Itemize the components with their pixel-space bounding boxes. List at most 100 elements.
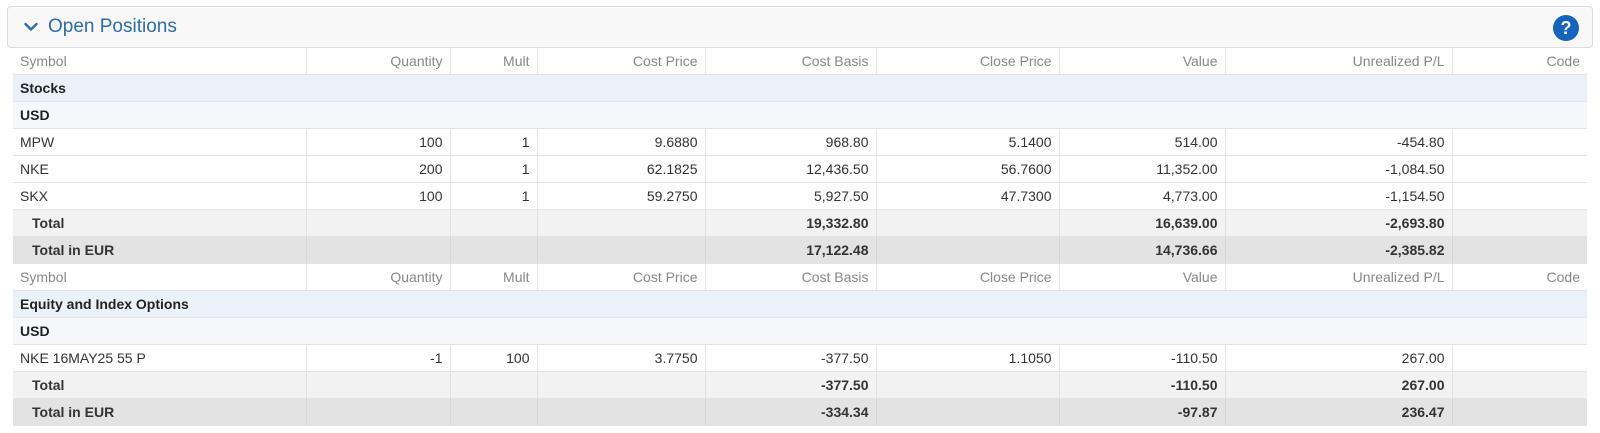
currency-label: USD (13, 317, 1587, 345)
question-icon: ? (1560, 17, 1572, 38)
col-symbol[interactable]: Symbol (13, 48, 307, 75)
col-cost-basis[interactable]: Cost Basis (705, 263, 877, 291)
col-mult[interactable]: Mult (450, 48, 538, 75)
value-cell: 11,352.00 (1059, 155, 1226, 183)
cost-price-cell: 9.6880 (537, 128, 706, 156)
empty-cell (450, 209, 538, 237)
total-eur-label: Total in EUR (13, 236, 307, 264)
cost-basis-cell: 12,436.50 (705, 155, 877, 183)
total-value: 16,639.00 (1059, 209, 1226, 237)
column-header-row: Symbol Quantity Mult Cost Price Cost Bas… (13, 263, 1587, 291)
quantity-cell: 200 (306, 155, 451, 183)
col-code[interactable]: Code (1452, 263, 1587, 291)
unrealized-cell: -454.80 (1225, 128, 1453, 156)
cost-price-cell: 59.2750 (537, 182, 706, 210)
empty-cell (1452, 371, 1587, 399)
positions-table: Symbol Quantity Mult Cost Price Cost Bas… (13, 48, 1587, 426)
total-eur-row: Total in EUR 17,122.48 14,736.66 -2,385.… (13, 236, 1587, 264)
cost-price-cell: 62.1825 (537, 155, 706, 183)
total-eur-cost-basis: 17,122.48 (705, 236, 877, 264)
total-value: -110.50 (1059, 371, 1226, 399)
table-row[interactable]: SKX 100 1 59.2750 5,927.50 47.7300 4,773… (13, 182, 1587, 210)
empty-cell (537, 371, 706, 399)
column-header-row: Symbol Quantity Mult Cost Price Cost Bas… (13, 48, 1587, 75)
value-cell: -110.50 (1059, 344, 1226, 372)
code-cell (1452, 344, 1587, 372)
total-cost-basis: -377.50 (705, 371, 877, 399)
col-close-price[interactable]: Close Price (876, 48, 1060, 75)
panel-header: Open Positions ? (7, 6, 1593, 48)
col-mult[interactable]: Mult (450, 263, 538, 291)
col-code[interactable]: Code (1452, 48, 1587, 75)
col-cost-price[interactable]: Cost Price (537, 263, 706, 291)
help-button[interactable]: ? (1553, 15, 1579, 41)
col-value[interactable]: Value (1059, 48, 1226, 75)
chevron-down-icon[interactable] (22, 18, 40, 36)
quantity-cell: 100 (306, 182, 451, 210)
total-unrealized: -2,693.80 (1225, 209, 1453, 237)
table-row[interactable]: NKE 16MAY25 55 P -1 100 3.7750 -377.50 1… (13, 344, 1587, 372)
close-price-cell: 5.1400 (876, 128, 1060, 156)
symbol-cell[interactable]: MPW (13, 128, 307, 156)
col-quantity[interactable]: Quantity (306, 263, 451, 291)
total-label: Total (13, 371, 307, 399)
empty-cell (1452, 209, 1587, 237)
currency-row: USD (13, 317, 1587, 345)
total-eur-row: Total in EUR -334.34 -97.87 236.47 (13, 398, 1587, 426)
group-label: Equity and Index Options (13, 290, 1587, 318)
empty-cell (1452, 236, 1587, 264)
empty-cell (876, 371, 1060, 399)
col-close-price[interactable]: Close Price (876, 263, 1060, 291)
group-row-stocks: Stocks (13, 74, 1587, 102)
empty-cell (537, 209, 706, 237)
col-cost-basis[interactable]: Cost Basis (705, 48, 877, 75)
table-row[interactable]: MPW 100 1 9.6880 968.80 5.1400 514.00 -4… (13, 128, 1587, 156)
total-row: Total -377.50 -110.50 267.00 (13, 371, 1587, 399)
total-label: Total (13, 209, 307, 237)
total-eur-unrealized: -2,385.82 (1225, 236, 1453, 264)
group-label: Stocks (13, 74, 1587, 102)
total-eur-cost-basis: -334.34 (705, 398, 877, 426)
empty-cell (306, 236, 451, 264)
empty-cell (306, 371, 451, 399)
code-cell (1452, 182, 1587, 210)
unrealized-cell: -1,084.50 (1225, 155, 1453, 183)
empty-cell (306, 398, 451, 426)
empty-cell (537, 398, 706, 426)
quantity-cell: 100 (306, 128, 451, 156)
col-cost-price[interactable]: Cost Price (537, 48, 706, 75)
mult-cell: 1 (450, 182, 538, 210)
col-unrealized-pl[interactable]: Unrealized P/L (1225, 48, 1453, 75)
cost-price-cell: 3.7750 (537, 344, 706, 372)
symbol-cell[interactable]: NKE 16MAY25 55 P (13, 344, 307, 372)
group-row-options: Equity and Index Options (13, 290, 1587, 318)
empty-cell (306, 209, 451, 237)
col-value[interactable]: Value (1059, 263, 1226, 291)
panel-title[interactable]: Open Positions (48, 16, 177, 38)
mult-cell: 100 (450, 344, 538, 372)
col-unrealized-pl[interactable]: Unrealized P/L (1225, 263, 1453, 291)
empty-cell (1452, 398, 1587, 426)
total-eur-value: 14,736.66 (1059, 236, 1226, 264)
unrealized-cell: 267.00 (1225, 344, 1453, 372)
total-row: Total 19,332.80 16,639.00 -2,693.80 (13, 209, 1587, 237)
total-eur-unrealized: 236.47 (1225, 398, 1453, 426)
table-row[interactable]: NKE 200 1 62.1825 12,436.50 56.7600 11,3… (13, 155, 1587, 183)
empty-cell (537, 236, 706, 264)
symbol-cell[interactable]: SKX (13, 182, 307, 210)
total-eur-value: -97.87 (1059, 398, 1226, 426)
mult-cell: 1 (450, 155, 538, 183)
value-cell: 4,773.00 (1059, 182, 1226, 210)
col-symbol[interactable]: Symbol (13, 263, 307, 291)
empty-cell (876, 398, 1060, 426)
col-quantity[interactable]: Quantity (306, 48, 451, 75)
close-price-cell: 56.7600 (876, 155, 1060, 183)
code-cell (1452, 155, 1587, 183)
symbol-cell[interactable]: NKE (13, 155, 307, 183)
code-cell (1452, 128, 1587, 156)
quantity-cell: -1 (306, 344, 451, 372)
mult-cell: 1 (450, 128, 538, 156)
empty-cell (450, 398, 538, 426)
empty-cell (876, 236, 1060, 264)
unrealized-cell: -1,154.50 (1225, 182, 1453, 210)
